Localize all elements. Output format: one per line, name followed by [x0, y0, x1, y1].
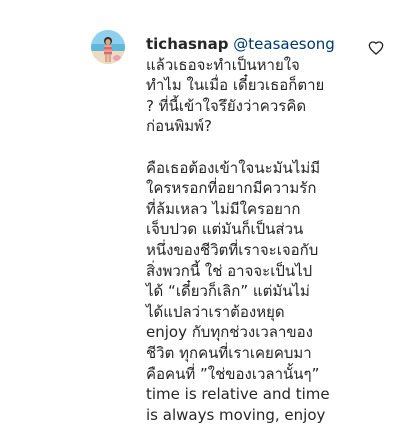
comment-line: ใครหรอกที่อยากมีความรัก — [146, 179, 317, 198]
comment-first-line: tichasnap @teasaesong — [146, 34, 376, 55]
comment-line: enjoy กับทุกช่วงเวลาของ — [146, 323, 313, 342]
comment-line: ชีวิต ทุกคนที่เราเคยคบมา — [146, 343, 312, 362]
comment-line: ที่ล้มเหลว ไม่มีใครอยาก — [146, 199, 301, 218]
avatar[interactable] — [91, 30, 125, 64]
comment-text: tichasnap @teasaesong แล้วเธอจะทำเป็นหาย… — [146, 34, 376, 425]
comment-item: tichasnap @teasaesong แล้วเธอจะทำเป็นหาย… — [0, 0, 420, 441]
comment-line: คือเธอต้องเข้าใจนะมันไม่มี — [146, 158, 321, 177]
comment-line: ได้ “เดี๋ยวก็เลิก” แต่มันไม่ — [146, 282, 310, 301]
like-button[interactable] — [368, 40, 384, 56]
comment-line: time is relative and time — [146, 385, 330, 404]
avatar-photo-icon — [91, 30, 125, 64]
comment-line: ได้แปลว่าเราต้องหยุด — [146, 302, 285, 321]
comment-line: ? ที่นี้เข้าใจรึยังว่าควรคิด — [146, 96, 307, 115]
comment-username[interactable]: tichasnap — [146, 35, 228, 53]
heart-outline-icon — [368, 41, 384, 55]
comment-line: สิ่งพวกนี้ ใช่ อาจจะเป็นไป — [146, 261, 313, 280]
comment-line: ก่อนพิมพ์? — [146, 117, 212, 136]
comment-line: is always moving, enjoy — [146, 405, 326, 424]
comment-line: คือคนที่ ”ใช่ของเวลานั้นๆ” — [146, 364, 320, 383]
comment-line: หนึ่งของชีวิตที่เราจะเจอกับ — [146, 240, 319, 259]
comment-line: เจ็บปวด แต่มันก็เป็นส่วน — [146, 220, 304, 239]
comment-mention[interactable]: @teasaesong — [233, 35, 335, 53]
comment-line: แล้วเธอจะทำเป็นหายใจ — [146, 55, 300, 74]
comment-line: ทำไม ในเมื่อ เดี๋ยวเธอก็ตาย — [146, 76, 325, 95]
